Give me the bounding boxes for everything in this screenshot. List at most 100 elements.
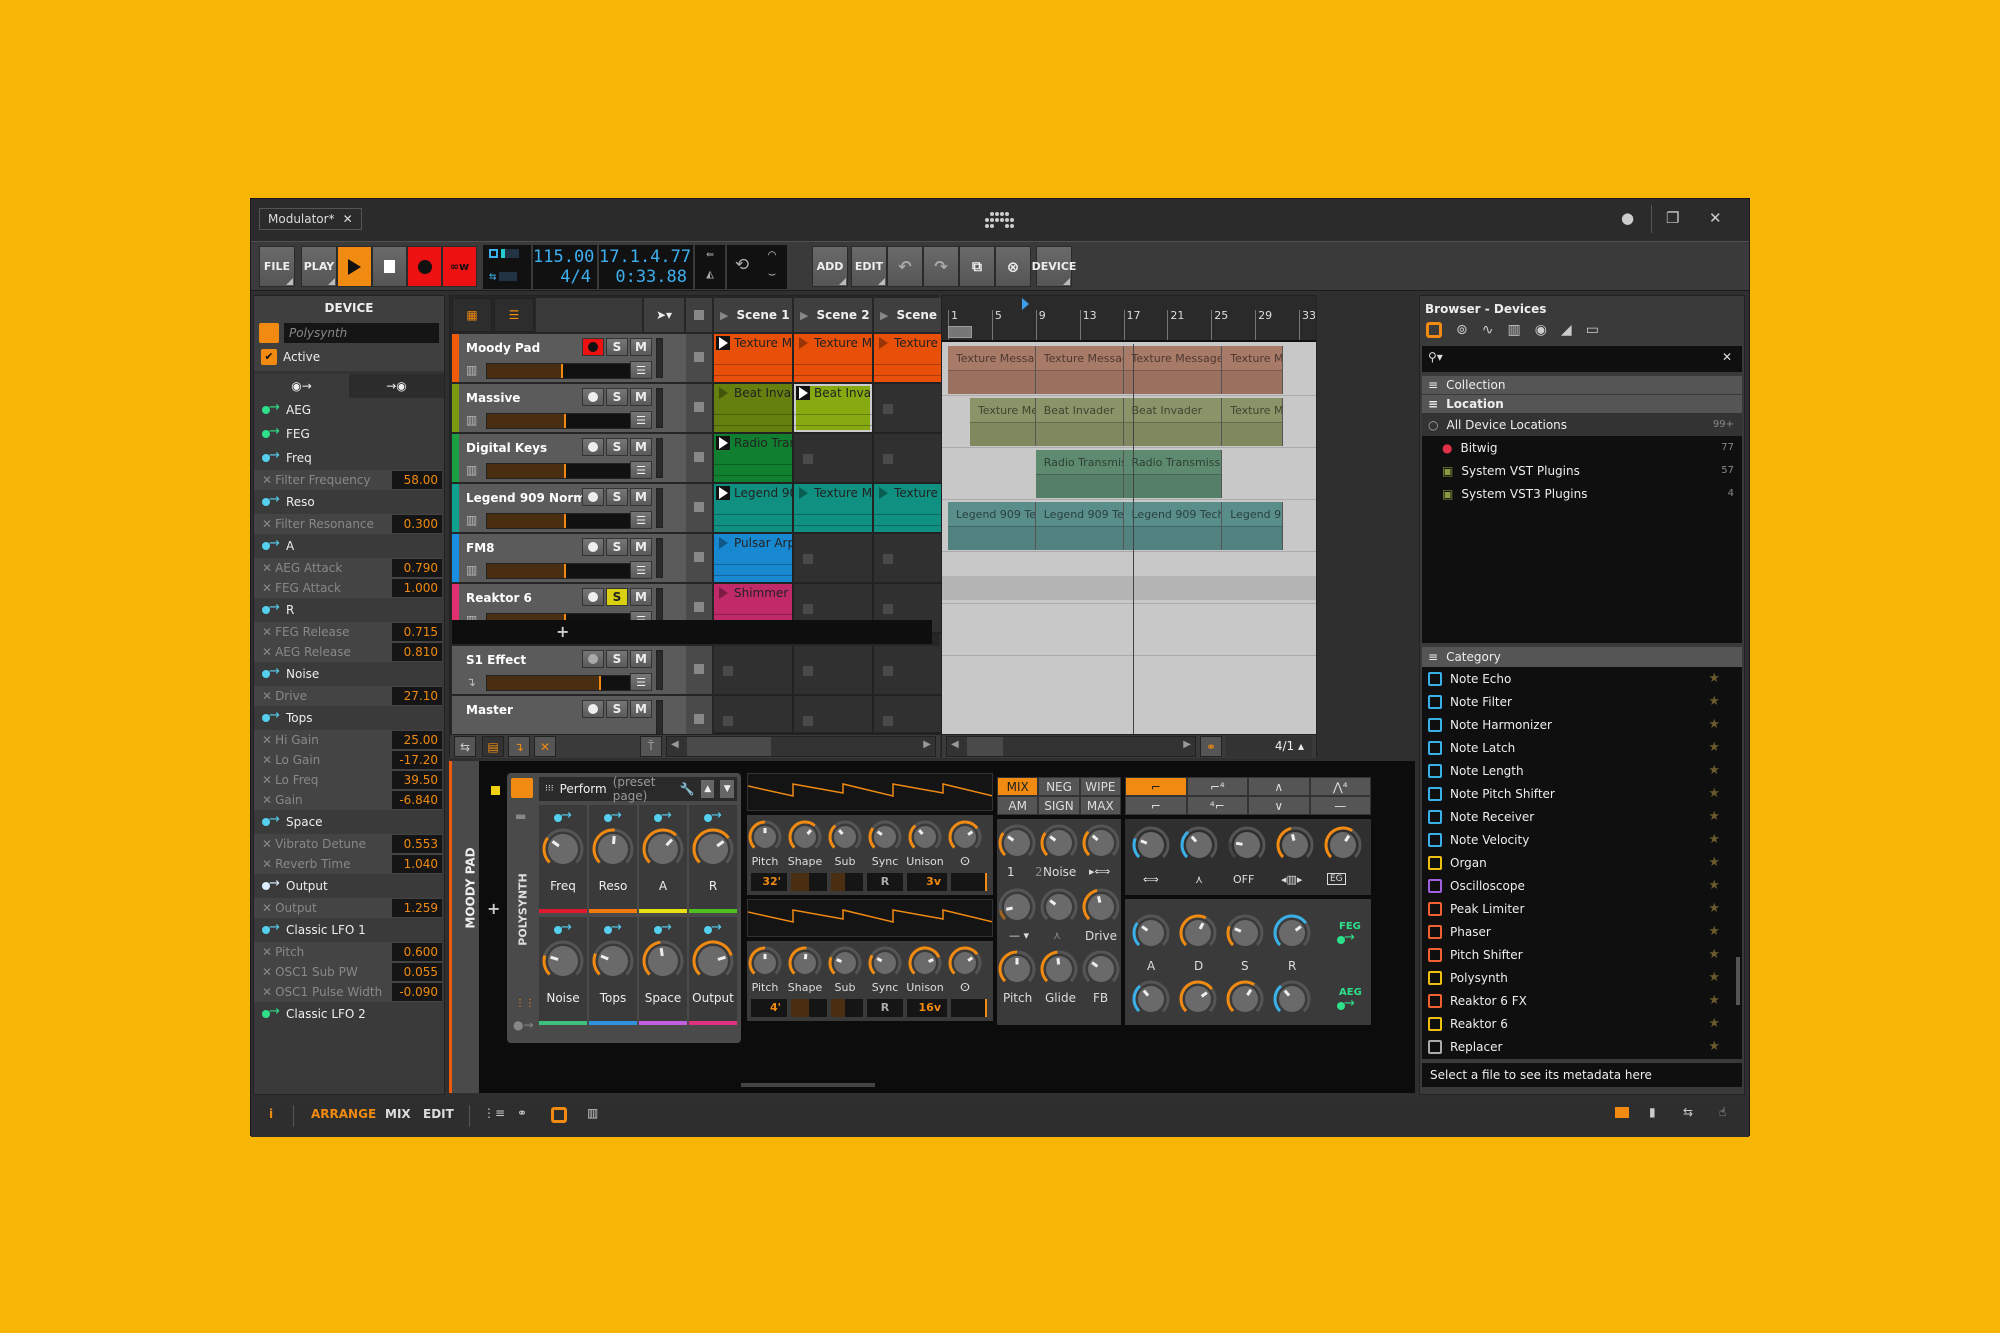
add-device-icon[interactable]: + [487,899,500,918]
clip-slot[interactable]: Texture Me... [714,334,794,384]
macro-knob[interactable] [591,939,635,983]
modulator-row[interactable]: Tops [254,706,444,730]
volume-fader[interactable] [486,513,634,529]
favorite-star-icon[interactable]: ★ [1708,855,1720,870]
track-name[interactable]: Moody Pad [466,341,540,355]
stop-button[interactable] [372,246,407,287]
punch-out-icon[interactable]: ⌣ [757,265,787,285]
tab-arrange[interactable]: ARRANGE [311,1107,376,1121]
pin-button[interactable]: ⍑ [640,736,662,757]
clips-tab-icon[interactable]: ◢ [1561,322,1572,338]
playhead-marker[interactable] [1022,298,1029,310]
filter-knob[interactable] [1227,825,1267,865]
close-window-icon[interactable]: ✕ [1709,209,1722,227]
track-menu-button[interactable]: ☰ [630,561,652,579]
clear-search-icon[interactable]: ✕ [1722,350,1732,364]
param-value[interactable]: 0.300 [392,515,442,533]
play-button[interactable] [337,246,372,287]
track-name[interactable]: Reaktor 6 [466,591,532,605]
music-tab-icon[interactable]: ◉ [1535,322,1547,338]
remove-modulation-icon[interactable]: ✕ [262,733,272,747]
mix-mode-button[interactable]: AM [997,796,1039,815]
category-item[interactable]: Polysynth ★ [1422,966,1742,989]
browser-toggle-icon[interactable] [1615,1107,1629,1118]
pre-roll-icon[interactable]: ⇚ [695,245,725,265]
tab-mix[interactable]: MIX [385,1107,411,1121]
clip[interactable]: Texture Me... [794,334,872,382]
tempo-display[interactable]: 115.00 4/4 [533,245,597,289]
track-menu-button[interactable]: ☰ [630,411,652,429]
scene-launch-icon[interactable]: ▶ [800,309,808,322]
track-name[interactable]: FM8 [466,541,495,555]
favorite-star-icon[interactable]: ★ [1708,947,1720,962]
osc-knob[interactable] [867,945,903,981]
mix-knob[interactable] [997,823,1037,863]
duplicate-button[interactable]: ⧉ [959,246,995,287]
arranger-clip[interactable]: Texture Messag [948,346,1036,394]
remove-modulation-icon[interactable]: ✕ [262,985,272,999]
remove-modulation-icon[interactable]: ✕ [262,753,272,767]
launcher-scrollbar[interactable]: ◀ ▶ [666,736,936,757]
mute-button[interactable]: M [630,488,652,506]
arranger-clip[interactable]: Texture Message [1123,346,1223,394]
record-button[interactable] [407,246,442,287]
remove-modulation-icon[interactable]: ✕ [262,945,272,959]
category-item[interactable]: Note Length ★ [1422,759,1742,782]
macro-knob[interactable] [641,939,685,983]
remove-modulation-icon[interactable]: ✕ [262,793,272,807]
clip[interactable]: Texture Me... [794,484,872,532]
clip-launch-icon[interactable] [796,336,810,350]
loop-button[interactable]: ⟲ [727,245,757,289]
io-toggle[interactable]: ⇆ [454,736,476,757]
active-checkbox[interactable]: ✔ [261,349,277,365]
mix-mode-button[interactable]: MAX [1079,796,1121,815]
mix-knob[interactable] [1081,949,1121,989]
tempo-value[interactable]: 115.00 [533,247,594,267]
shape-slider[interactable] [791,999,827,1017]
loop-region[interactable] [948,326,972,338]
macro-knob[interactable] [591,827,635,871]
osc-pitch-value[interactable]: 32' [751,873,787,891]
arm-button[interactable] [582,538,604,556]
category-item[interactable]: Reaktor 6 FX ★ [1422,989,1742,1012]
add-button[interactable]: ADD [812,246,848,287]
macro-modulation-icon[interactable] [654,920,672,935]
arranger-clip[interactable]: Texture M [1222,346,1283,394]
arm-button[interactable] [582,700,604,718]
mix-knob[interactable] [1039,887,1079,927]
clip[interactable]: Texture Me... [714,334,792,382]
collection-header[interactable]: ≡ Collection [1422,376,1742,394]
location-item[interactable]: ▣ System VST Plugins 57 [1422,459,1742,482]
clip[interactable]: Radio Tran... [714,434,792,482]
param-value[interactable]: 0.810 [392,643,442,661]
aeg-knob[interactable] [1178,979,1218,1019]
arranger-clip[interactable]: Texture Message [1035,346,1124,394]
arranger-clip[interactable]: Beat Invader [1123,398,1223,446]
clip-launch-icon[interactable] [796,486,810,500]
solo-button[interactable]: S [606,700,628,718]
clip-slot[interactable]: Beat Invader [794,384,874,434]
restore-window-icon[interactable]: ❐ [1666,209,1679,227]
solo-button[interactable]: S [606,650,628,668]
clip-slot[interactable]: Legend 90... [714,484,794,534]
param-value[interactable]: -17.20 [392,751,442,769]
modulator-row[interactable]: Classic LFO 2 [254,1002,444,1026]
device-panel-toggle-icon[interactable] [551,1107,567,1123]
scene-header[interactable]: ▶ Scene 2 [794,298,872,332]
modulator-row[interactable]: A [254,534,444,558]
fx-toggle[interactable]: ↴ [508,736,530,757]
category-item[interactable]: Note Pitch Shifter ★ [1422,782,1742,805]
mute-button[interactable]: M [630,538,652,556]
filter-knob[interactable] [1275,825,1315,865]
close-tab-icon[interactable]: ✕ [343,212,353,226]
clip-slot[interactable]: Texture Me... [794,334,874,384]
param-value[interactable]: 58.00 [392,471,442,489]
mix-mode-button[interactable]: WIPE [1079,777,1121,796]
osc-pitch-value[interactable]: 4' [751,999,787,1017]
favorite-star-icon[interactable]: ★ [1708,763,1720,778]
track-stop-cell[interactable] [686,434,712,482]
param-value[interactable]: 0.600 [392,943,442,961]
param-value[interactable]: 1.040 [392,855,442,873]
param-value[interactable]: 1.259 [392,899,442,917]
osc-knob[interactable] [787,819,823,855]
